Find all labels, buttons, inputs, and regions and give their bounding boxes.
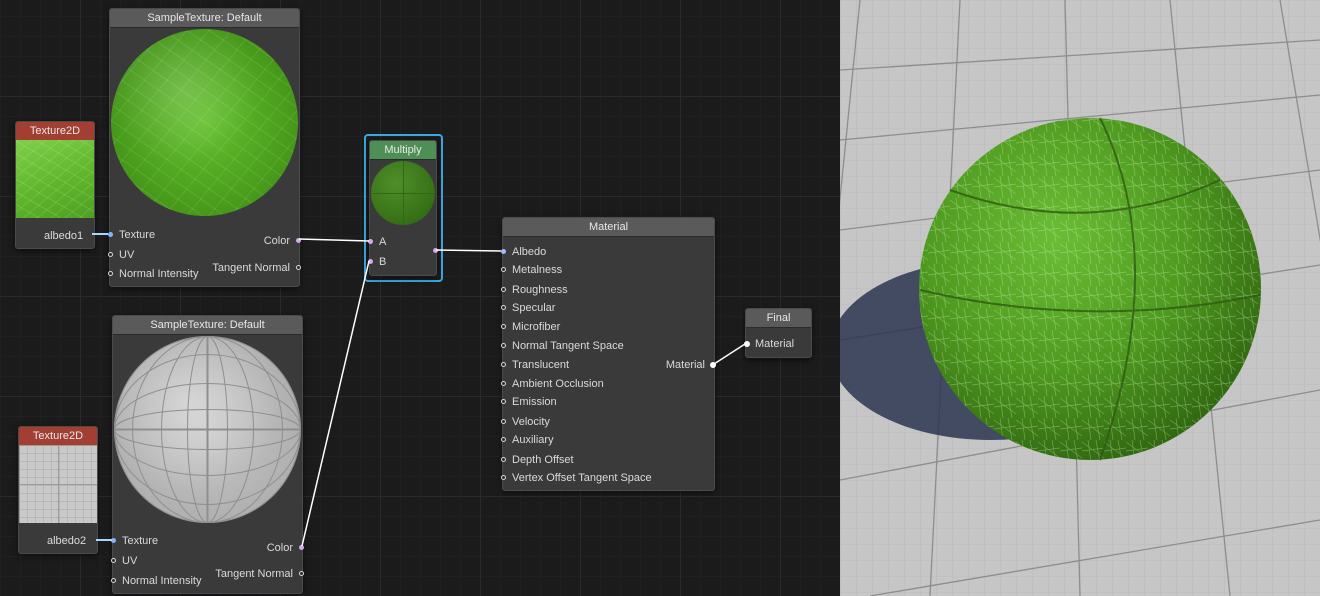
input-port-translucent[interactable]: Translucent — [501, 358, 569, 372]
input-port-metalness[interactable]: Metalness — [501, 263, 562, 277]
port-dot[interactable] — [108, 232, 113, 237]
input-port-vertex-offset-tangent-space[interactable]: Vertex Offset Tangent Space — [501, 471, 652, 485]
input-port-depth-offset[interactable]: Depth Offset — [501, 453, 574, 467]
port-dot[interactable] — [299, 571, 304, 576]
texture2d-node-1[interactable]: Texture2D albedo1 — [15, 121, 95, 249]
final-node[interactable]: Final Material — [744, 308, 812, 358]
input-port-normal-intensity[interactable]: Normal Intensity — [108, 267, 198, 281]
input-port-texture[interactable]: Texture — [108, 228, 155, 242]
port-dot[interactable] — [111, 578, 116, 583]
port-dot[interactable] — [368, 239, 373, 244]
texture-name: albedo1 — [44, 230, 84, 242]
3d-viewport[interactable] — [840, 0, 1320, 596]
port-dot[interactable] — [501, 267, 506, 272]
output-port-result[interactable] — [427, 244, 438, 258]
port-dot[interactable] — [296, 238, 301, 243]
port-dot[interactable] — [501, 457, 506, 462]
input-port-b[interactable]: B — [368, 255, 386, 269]
port-dot[interactable] — [111, 538, 116, 543]
port-dot[interactable] — [296, 265, 301, 270]
node-title: Final — [746, 309, 811, 328]
port-dot[interactable] — [501, 399, 506, 404]
input-port-texture[interactable]: Texture — [111, 534, 158, 548]
input-port-specular[interactable]: Specular — [501, 301, 555, 315]
output-port-color[interactable]: Color — [264, 234, 301, 248]
node-title: Multiply — [370, 141, 436, 160]
port-dot[interactable] — [501, 324, 506, 329]
texture-thumbnail-leaf — [16, 140, 94, 218]
output-port-tangent-normal[interactable]: Tangent Normal — [212, 261, 301, 275]
input-port-normal-tangent-space[interactable]: Normal Tangent Space — [501, 339, 624, 353]
viewport-render — [840, 0, 1320, 596]
node-title: Material — [503, 218, 714, 237]
output-port-material[interactable]: Material — [666, 358, 716, 372]
node-graph-canvas[interactable]: Texture2D albedo1 Texture2D albedo2 Samp… — [0, 0, 840, 596]
port-dot[interactable] — [501, 287, 506, 292]
port-dot[interactable] — [299, 545, 304, 550]
input-port-velocity[interactable]: Velocity — [501, 415, 550, 429]
port-dot[interactable] — [501, 343, 506, 348]
input-port-uv[interactable]: UV — [108, 248, 134, 262]
sample-texture-node-1[interactable]: SampleTexture: Default Texture UV Normal… — [108, 8, 301, 287]
node-title: SampleTexture: Default — [110, 9, 299, 28]
sample-texture-node-2[interactable]: SampleTexture: Default Texture UV Normal… — [111, 315, 304, 594]
output-port-tangent-normal[interactable]: Tangent Normal — [215, 567, 304, 581]
texture-name: albedo2 — [47, 535, 87, 547]
input-port-auxiliary[interactable]: Auxiliary — [501, 433, 554, 447]
texture2d-node-2[interactable]: Texture2D albedo2 — [18, 426, 98, 554]
node-title: Texture2D — [16, 122, 94, 141]
input-port-uv[interactable]: UV — [111, 554, 137, 568]
leaf-sphere-preview — [111, 29, 298, 216]
input-port-material[interactable]: Material — [744, 337, 794, 351]
multiply-node[interactable]: Multiply A B — [368, 140, 438, 276]
input-port-ambient-occlusion[interactable]: Ambient Occlusion — [501, 377, 604, 391]
port-dot[interactable] — [501, 381, 506, 386]
input-port-microfiber[interactable]: Microfiber — [501, 320, 560, 334]
port-dot[interactable] — [108, 271, 113, 276]
input-port-normal-intensity[interactable]: Normal Intensity — [111, 574, 201, 588]
leaf-veins — [919, 118, 1261, 460]
port-dot[interactable] — [108, 252, 113, 257]
port-dot[interactable] — [501, 249, 506, 254]
input-port-albedo[interactable]: Albedo — [501, 245, 546, 259]
texture-thumbnail-tiles — [19, 445, 97, 523]
wire-material-to-final — [713, 343, 746, 365]
wire-multiply-to-albedo — [435, 249, 502, 252]
input-port-a[interactable]: A — [368, 235, 386, 249]
port-dot[interactable] — [744, 341, 750, 347]
sphere-grid-lines — [114, 336, 301, 523]
port-dot[interactable] — [368, 259, 373, 264]
node-title: Texture2D — [19, 427, 97, 446]
tiles-sphere-preview — [114, 336, 301, 523]
port-dot[interactable] — [433, 248, 438, 253]
port-dot[interactable] — [501, 305, 506, 310]
wire-color1-to-a — [298, 238, 370, 242]
port-dot[interactable] — [501, 419, 506, 424]
port-dot[interactable] — [501, 437, 506, 442]
app-root: Texture2D albedo1 Texture2D albedo2 Samp… — [0, 0, 1320, 596]
multiply-sphere-preview — [371, 161, 435, 225]
wire-color2-to-b — [301, 260, 370, 547]
port-dot[interactable] — [501, 475, 506, 480]
material-node[interactable]: Material Albedo Metalness Roughness Spec… — [501, 217, 716, 491]
output-port-color[interactable]: Color — [267, 541, 304, 555]
input-port-roughness[interactable]: Roughness — [501, 283, 568, 297]
input-port-emission[interactable]: Emission — [501, 395, 557, 409]
port-dot[interactable] — [501, 362, 506, 367]
port-dot[interactable] — [111, 558, 116, 563]
node-title: SampleTexture: Default — [113, 316, 302, 335]
port-dot[interactable] — [710, 362, 716, 368]
